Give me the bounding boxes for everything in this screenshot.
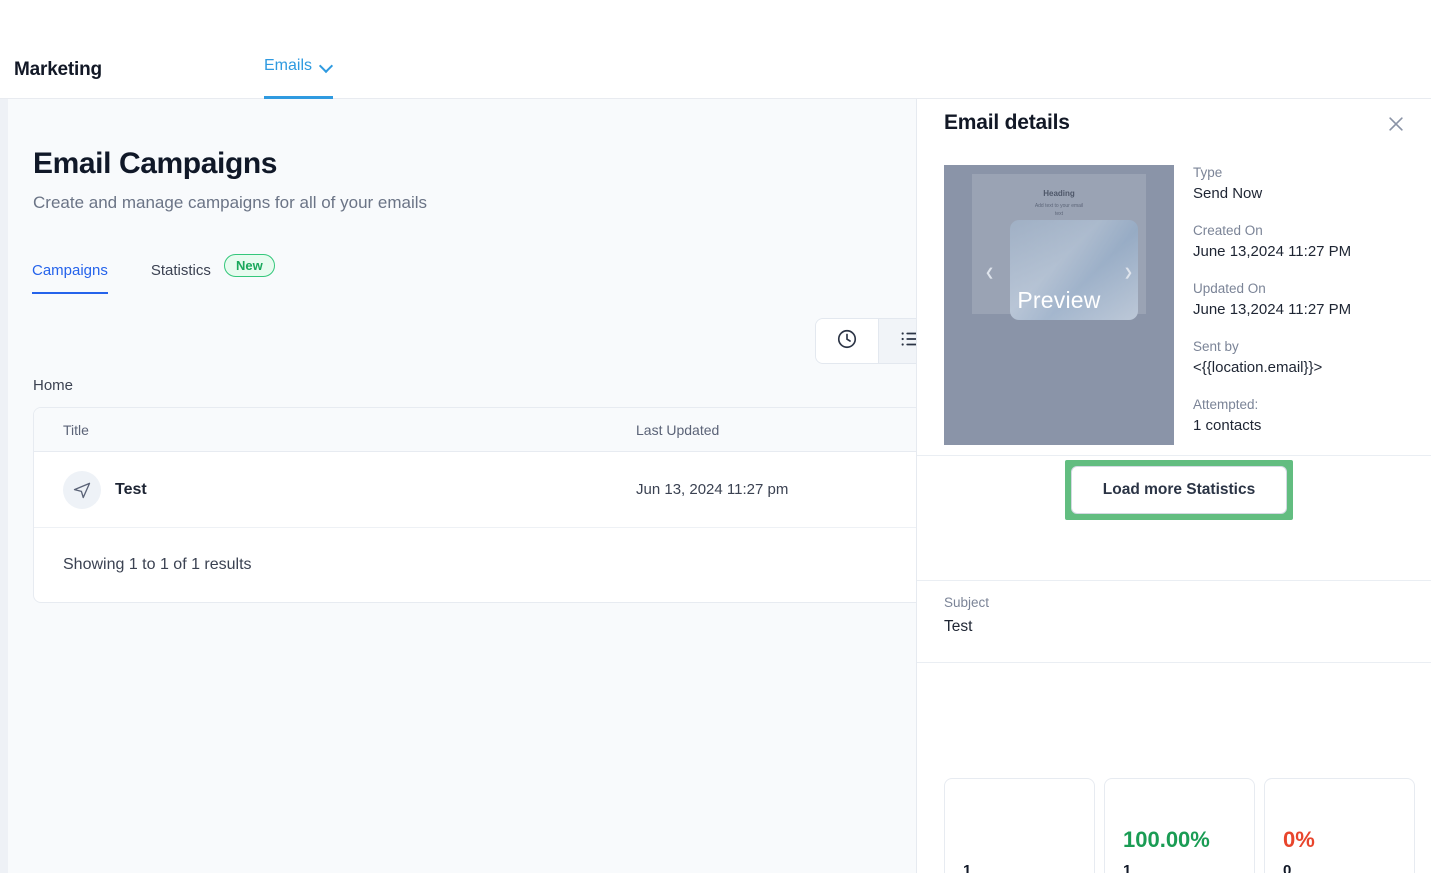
meta-item-attempted: Attempted: 1 contacts [1193, 397, 1418, 434]
status-badge-new: New [224, 254, 275, 277]
nav-tab-emails[interactable]: Emails [264, 57, 334, 99]
meta-item-sent-by: Sent by <{{location.email}}> [1193, 339, 1418, 376]
load-more-highlight: Load more Statistics [1065, 460, 1293, 520]
clock-icon [836, 328, 858, 355]
table-cell-last-updated: Jun 13, 2024 11:27 pm [636, 481, 789, 498]
meta-value: Send Now [1193, 185, 1263, 202]
load-more-statistics-button[interactable]: Load more Statistics [1071, 466, 1287, 514]
panel-subject-section: Subject Test [917, 581, 1431, 663]
table-header-row: Title Last Updated [34, 408, 1032, 452]
stat-number: 0 [1283, 862, 1292, 873]
tab-statistics[interactable]: Statistics [151, 262, 211, 292]
panel-stats-section: 1 Attempted 100.00% 1 Sent 0% 0 Skipped [917, 663, 1431, 873]
campaigns-table-card: Title Last Updated Test Jun 13, 2024 11:… [33, 407, 1033, 603]
chevron-left-icon[interactable]: ❮ [985, 266, 994, 279]
chevron-right-icon[interactable]: ❯ [1124, 266, 1133, 279]
email-preview-thumbnail[interactable]: Heading Add text to your email text ❮ ❯ P… [944, 165, 1174, 445]
meta-key: Updated On [1193, 281, 1266, 296]
stat-percent: 0% [1283, 827, 1315, 852]
preview-heading: Heading [1043, 189, 1075, 198]
stat-card-skipped: 0% 0 Skipped [1264, 778, 1415, 873]
page-subtitle: Create and manage campaigns for all of y… [33, 193, 428, 212]
meta-key: Attempted: [1193, 397, 1259, 412]
chevron-down-icon [321, 60, 333, 72]
preview-overlay-label: Preview [1017, 287, 1101, 313]
stats-card-group: 1 Attempted 100.00% 1 Sent 0% 0 Skipped [944, 778, 1415, 873]
preview-subtext: Add text to your email text [1034, 203, 1084, 217]
stat-card-attempted: 1 Attempted [944, 778, 1095, 873]
page-tabs: Campaigns Statistics [32, 262, 254, 294]
meta-value: June 13,2024 11:27 PM [1193, 301, 1352, 318]
tab-campaigns[interactable]: Campaigns [32, 262, 108, 294]
table-cell-title-text: Test [115, 480, 147, 498]
left-edge-strip [0, 99, 8, 873]
send-icon [63, 470, 101, 509]
meta-value: June 13,2024 11:27 PM [1193, 243, 1352, 260]
meta-key: Type [1193, 165, 1223, 180]
brand-title: Marketing [14, 59, 102, 80]
meta-item-created-on: Created On June 13,2024 11:27 PM [1193, 223, 1418, 260]
table-footer-results: Showing 1 to 1 of 1 results [63, 556, 252, 573]
meta-value: <{{location.email}}> [1193, 359, 1323, 376]
subject-value: Test [944, 618, 973, 635]
table-header-title: Title [63, 421, 89, 438]
panel-overview-section: Heading Add text to your email text ❮ ❯ P… [917, 156, 1431, 456]
breadcrumb[interactable]: Home [33, 377, 73, 394]
meta-key: Created On [1193, 223, 1263, 238]
subject-label: Subject [944, 595, 990, 610]
top-navigation-bar: Marketing Emails [0, 0, 1431, 99]
email-metadata-list: Type Send Now Created On June 13,2024 11… [1193, 165, 1418, 455]
panel-load-more-section: Load more Statistics [917, 456, 1431, 581]
meta-value: 1 contacts [1193, 417, 1262, 434]
meta-item-updated-on: Updated On June 13,2024 11:27 PM [1193, 281, 1418, 318]
stat-number: 1 [1123, 862, 1132, 873]
email-details-panel: Email details Heading Add text to your e… [916, 99, 1431, 873]
app-root: Marketing Emails Email Campaigns Create … [0, 0, 1431, 873]
nav-tab-emails-label: Emails [264, 57, 313, 74]
stat-percent: 100.00% [1123, 827, 1210, 852]
table-header-last-updated: Last Updated [636, 421, 720, 438]
close-icon[interactable] [1382, 110, 1410, 138]
meta-key: Sent by [1193, 339, 1239, 354]
table-cell-title: Test [34, 470, 636, 509]
meta-item-type: Type Send Now [1193, 165, 1418, 202]
page-title: Email Campaigns [33, 147, 278, 180]
toolbar-button-clock[interactable] [816, 319, 878, 363]
table-row[interactable]: Test Jun 13, 2024 11:27 pm J [34, 452, 1032, 528]
panel-title: Email details [944, 111, 1070, 134]
panel-header: Email details [917, 99, 1431, 156]
stat-number: 1 [963, 862, 972, 873]
stat-card-sent: 100.00% 1 Sent [1104, 778, 1255, 873]
